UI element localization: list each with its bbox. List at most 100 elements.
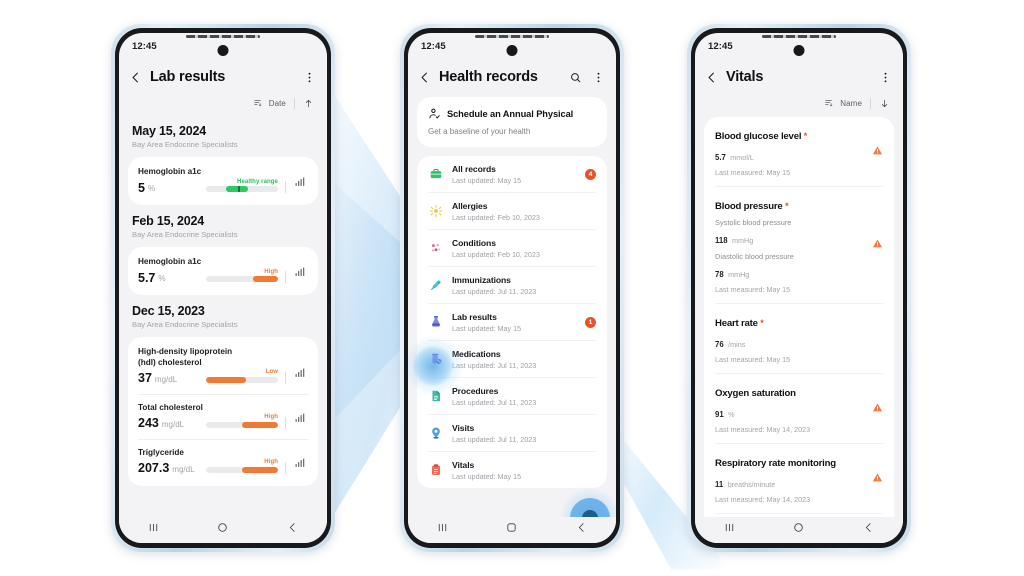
lab-group-provider: Bay Area Endocrine Specialists — [132, 320, 238, 329]
sort-control-vitals[interactable]: Name — [695, 95, 903, 115]
home-icon[interactable] — [792, 521, 805, 539]
page-title: Lab results — [150, 69, 226, 85]
record-category-updated: Last updated: May 15 — [452, 175, 522, 185]
front-camera-icon — [793, 45, 805, 56]
kebab-menu-icon[interactable] — [302, 69, 316, 85]
lab-result-row[interactable]: Triglyceride 207.3 mg/dL High — [138, 438, 308, 484]
record-category-text: Visits Last updated: Jul 11, 2023 — [452, 423, 596, 444]
chevron-left-icon[interactable] — [128, 69, 142, 85]
record-category-updated: Last updated: Jul 11, 2023 — [452, 360, 537, 370]
home-icon[interactable] — [216, 521, 229, 539]
lab-result-row[interactable]: Hemoglobin a1c 5% Healthy range — [138, 159, 308, 203]
system-nav-bar-vitals — [695, 517, 903, 543]
app-bar-vitals: Vitals — [695, 59, 903, 95]
back-icon[interactable] — [862, 521, 875, 539]
record-category-row[interactable]: Conditions Last updated: Feb 10, 2023 — [428, 229, 596, 266]
vital-last-measured: Last measured: May 15 — [715, 168, 791, 177]
front-camera-icon — [506, 45, 518, 56]
home-icon[interactable] — [505, 521, 518, 539]
sort-icon[interactable] — [824, 98, 834, 108]
gauge-fill — [252, 276, 278, 282]
lab-results-card: Hemoglobin a1c 5% Healthy range — [128, 157, 318, 205]
lab-result-row[interactable]: High-density lipoprotein (hdl) cholester… — [138, 339, 308, 394]
vital-last-measured: Last measured: May 14, 2023 — [715, 425, 811, 434]
phone-bezel: 12:45 Lab results Date May 15, 2024 Bay … — [115, 28, 331, 548]
vital-row[interactable]: Blood pressure * Systolic blood pressure 1… — [715, 186, 883, 303]
phone-health-records: 12:45 Health records Schedule an Annual … — [400, 24, 624, 552]
vital-title: Blood glucose level — [715, 131, 802, 142]
lab-group-provider: Bay Area Endocrine Specialists — [132, 230, 238, 239]
record-category-updated: Last updated: Jul 11, 2023 — [452, 434, 537, 444]
arrow-down-icon[interactable] — [879, 98, 890, 109]
sort-field-label: Date — [268, 98, 286, 108]
lab-result-name: High-density lipoprotein (hdl) cholester… — [138, 347, 233, 367]
status-clock: 12:45 — [132, 40, 157, 52]
bar-chart-icon[interactable] — [294, 411, 306, 429]
back-icon[interactable] — [575, 521, 588, 539]
vital-row[interactable]: Oxygen saturation 91 % Last measured: May … — [715, 373, 883, 443]
conditions-icon — [428, 241, 443, 256]
lab-group-date: May 15, 2024 — [132, 124, 207, 138]
lab-result-gauge: High — [206, 459, 278, 473]
vital-measure-unit: mmHg — [732, 236, 754, 245]
vital-row[interactable]: Blood glucose level * 5.7 mmol/L Last meas… — [715, 117, 883, 186]
lab-result-row[interactable]: Total cholesterol 243 mg/dL High — [138, 393, 308, 439]
sort-control-lab[interactable]: Date — [119, 95, 327, 115]
arrow-up-icon[interactable] — [303, 98, 314, 109]
screenshot-stage: 12:45 Lab results Date May 15, 2024 Bay … — [0, 0, 1024, 576]
lab-result-name: Hemoglobin a1c — [138, 257, 202, 266]
record-category-row[interactable]: All records Last updated: May 15 4 — [428, 156, 596, 192]
lab-result-row[interactable]: Hemoglobin a1c 5.7% High — [138, 249, 308, 293]
bar-chart-icon[interactable] — [294, 265, 306, 283]
gauge-separator — [285, 416, 286, 429]
bar-chart-icon[interactable] — [294, 456, 306, 474]
vital-measure-value: 76 — [715, 340, 724, 349]
record-category-label: Procedures — [452, 385, 499, 396]
lab-result-unit: mg/dL — [154, 374, 178, 384]
recents-icon[interactable] — [723, 521, 736, 539]
sort-icon[interactable] — [253, 98, 263, 108]
record-category-row[interactable]: Medications Last updated: Jul 11, 2023 — [428, 340, 596, 377]
record-category-text: Procedures Last updated: Jul 11, 2023 — [452, 386, 596, 407]
vital-title: Respiratory rate monitoring — [715, 458, 836, 469]
vital-measure-unit: breaths/minute — [727, 480, 776, 489]
recents-icon[interactable] — [436, 521, 449, 539]
lab-result-name: Total cholesterol — [138, 402, 203, 412]
app-bar-lab-results: Lab results — [119, 59, 327, 95]
lab-result-gauge: High — [206, 414, 278, 428]
vital-measure-unit: % — [728, 410, 735, 419]
record-category-row[interactable]: Lab results Last updated: May 15 1 — [428, 303, 596, 340]
vital-row[interactable]: Heart rate * 76 /mins Last measured: May 1… — [715, 303, 883, 373]
lab-result-value: 5 — [138, 180, 145, 195]
system-nav-bar-records — [408, 517, 616, 543]
bar-chart-icon[interactable] — [294, 175, 306, 193]
lab-result-unit: mg/dL — [161, 419, 185, 429]
record-category-row[interactable]: Visits Last updated: Jul 11, 2023 — [428, 414, 596, 451]
record-category-text: Allergies Last updated: Feb 10, 2023 — [452, 201, 596, 222]
sort-separator — [870, 97, 871, 109]
location-pin-icon — [428, 426, 443, 441]
record-category-row[interactable]: Allergies Last updated: Feb 10, 2023 — [428, 192, 596, 229]
bar-chart-icon[interactable] — [294, 366, 306, 384]
lab-result-gauge: High — [206, 269, 278, 282]
back-icon[interactable] — [286, 521, 299, 539]
record-category-row[interactable]: Immunizations Last updated: Jul 11, 2023 — [428, 266, 596, 303]
recents-icon[interactable] — [147, 521, 160, 539]
lab-result-range-tag: High — [264, 459, 278, 465]
record-category-row[interactable]: Procedures Last updated: Jul 11, 2023 — [428, 377, 596, 414]
phone-bezel: 12:45 Vitals Name Blood glucose level * … — [691, 28, 907, 548]
folder-icon — [428, 167, 443, 182]
chevron-left-icon[interactable] — [417, 69, 431, 85]
record-category-row[interactable]: Vitals Last updated: May 15 — [428, 451, 596, 488]
vital-last-measured: Last measured: May 15 — [715, 355, 791, 364]
vital-row[interactable]: Respiratory rate monitoring 11 breaths/mi… — [715, 443, 883, 513]
lab-group-header: Dec 15, 2023 Bay Area Endocrine Specialis… — [128, 295, 318, 331]
kebab-menu-icon[interactable] — [591, 69, 605, 85]
chevron-left-icon[interactable] — [704, 69, 718, 85]
promo-card-annual-physical[interactable]: Schedule an Annual Physical Get a baseli… — [417, 97, 607, 147]
kebab-menu-icon[interactable] — [878, 69, 892, 85]
gauge-fill — [242, 466, 278, 473]
required-asterisk-icon: * — [782, 201, 789, 211]
required-asterisk-icon: * — [757, 318, 764, 328]
search-icon[interactable] — [568, 70, 583, 85]
